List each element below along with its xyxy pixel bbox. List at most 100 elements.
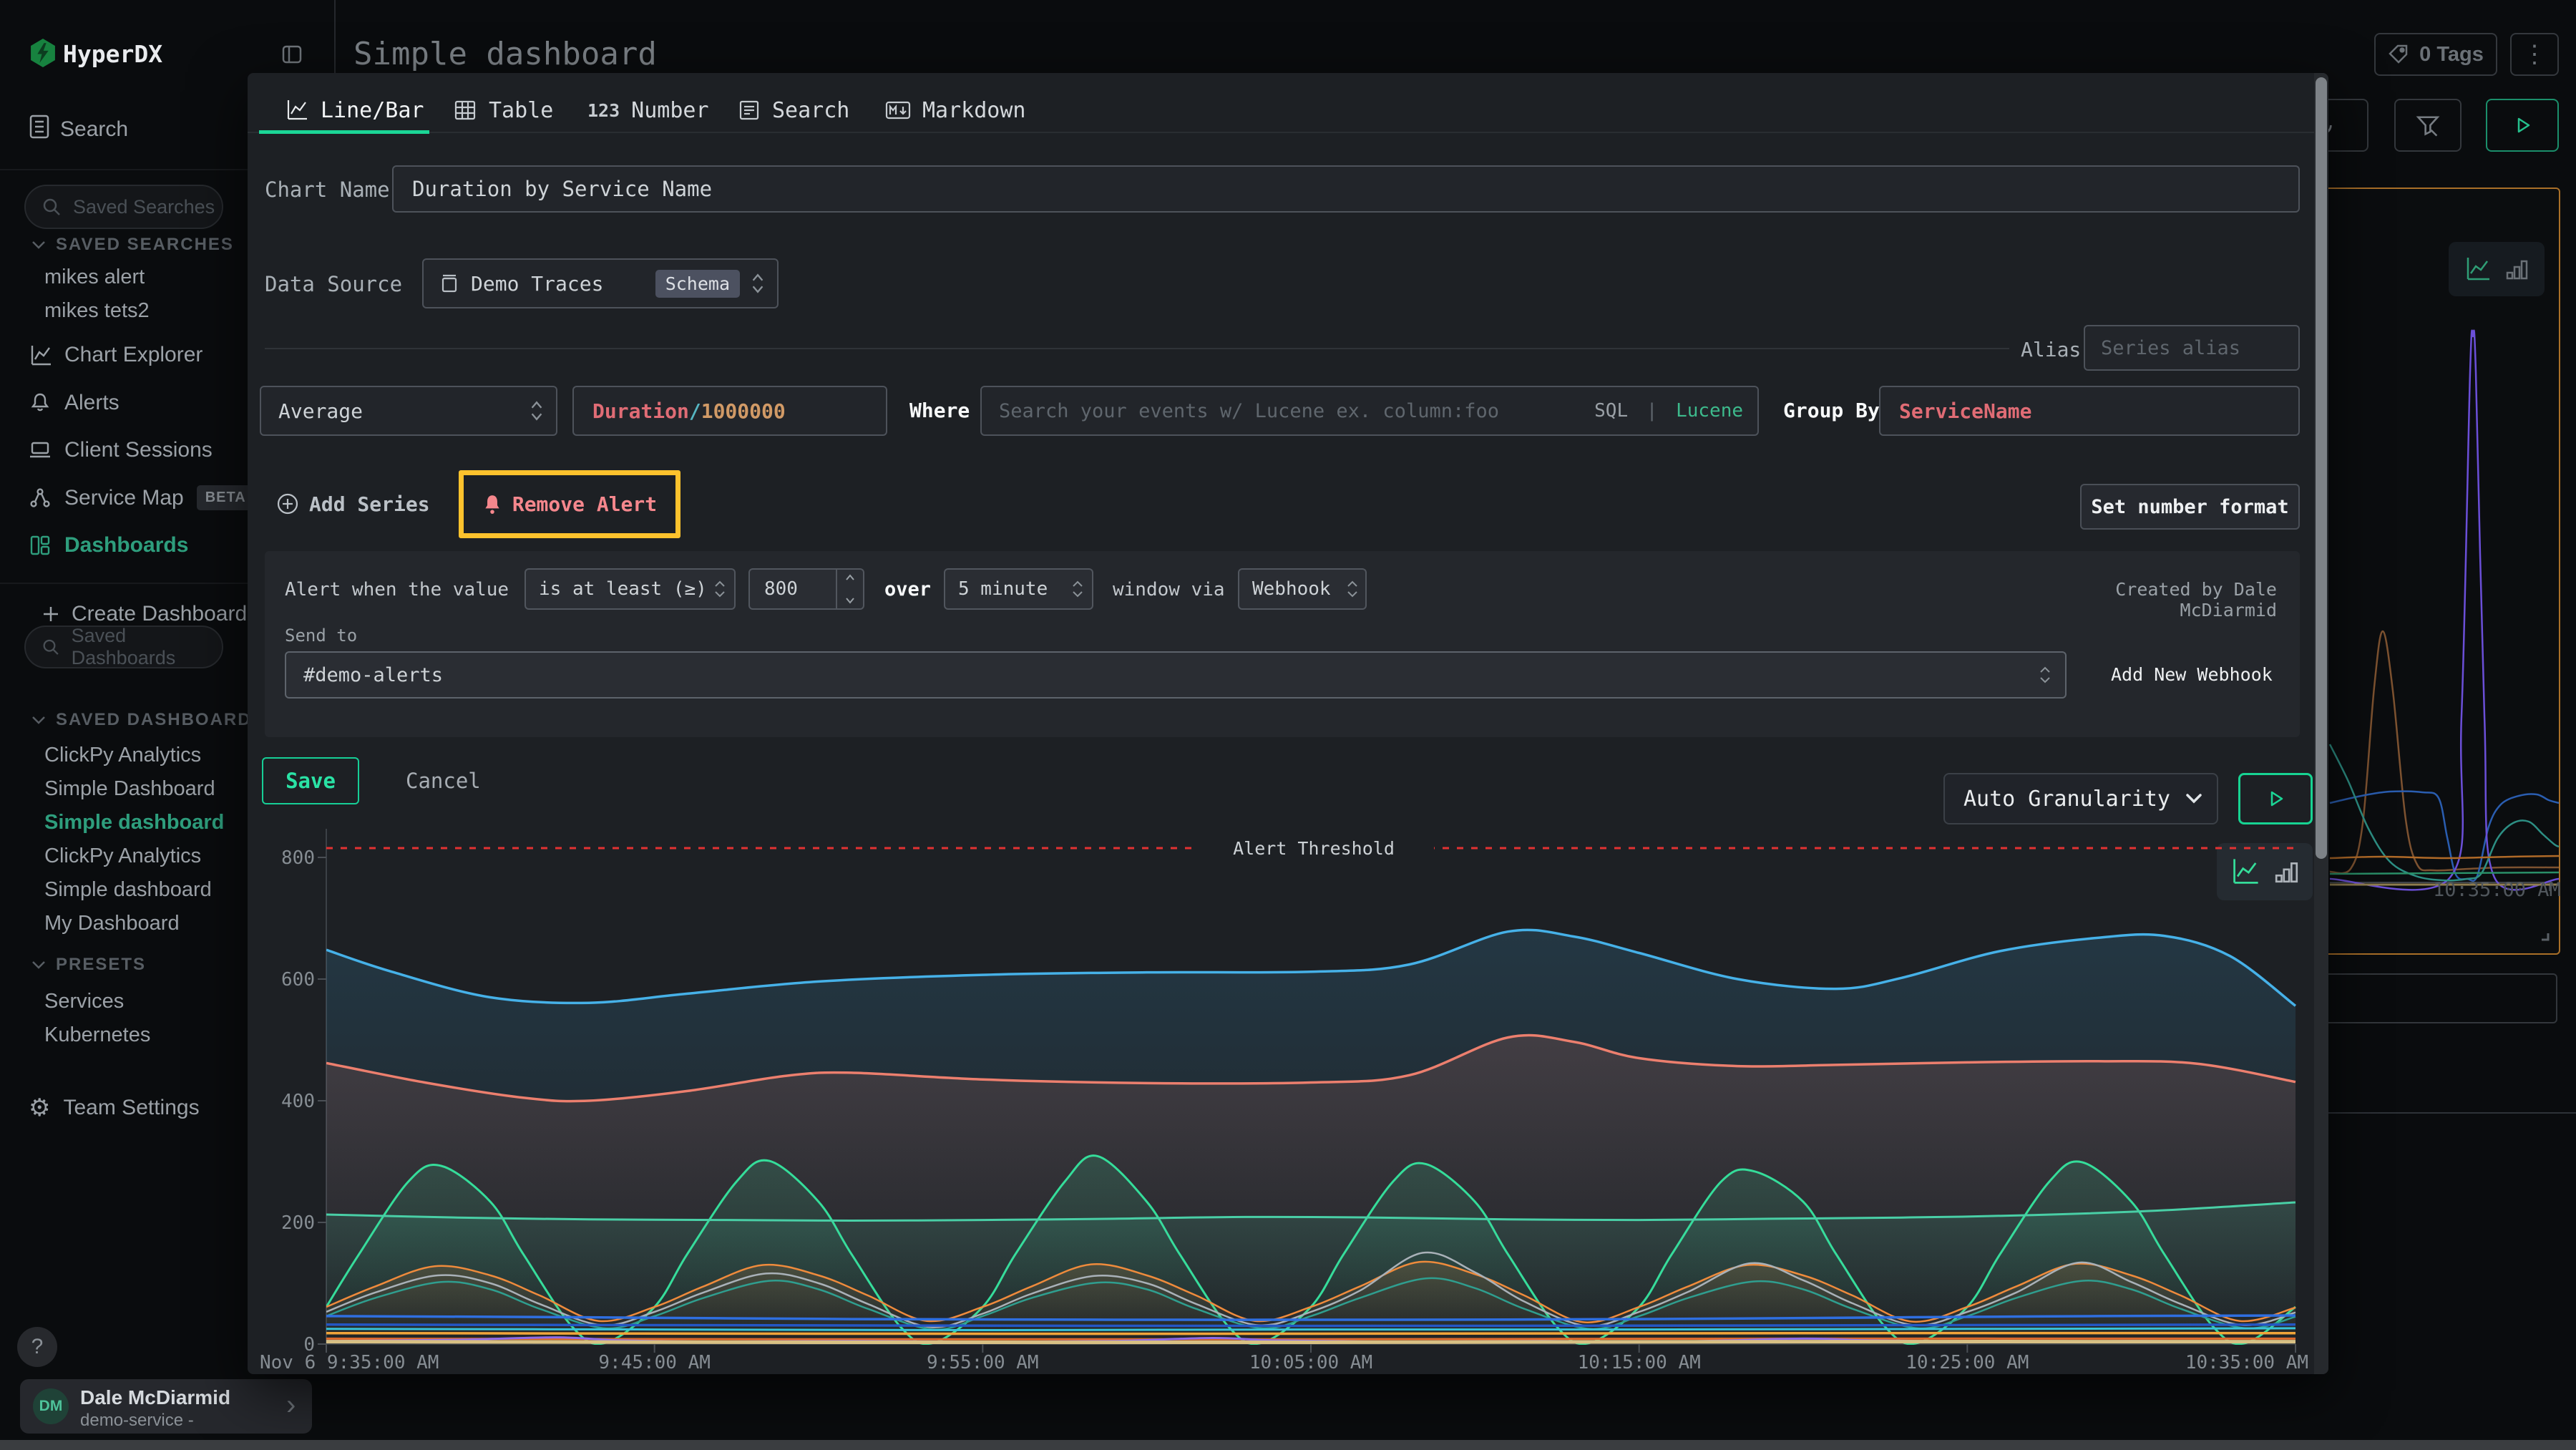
set-number-format-button[interactable]: Set number format — [2080, 484, 2300, 530]
aggregation-select[interactable]: Average — [260, 386, 557, 436]
avatar: DM — [33, 1388, 69, 1424]
cancel-button[interactable]: Cancel — [406, 769, 481, 793]
sidebar-item-client-sessions[interactable]: Client Sessions — [29, 434, 213, 466]
lucene-mode-toggle[interactable]: Lucene — [1676, 400, 1743, 422]
sidebar-item-label: Dashboards — [64, 533, 188, 558]
chart-editor-modal: Line/Bar Table 123 Number Search Markdow… — [248, 73, 2328, 1374]
tab-search[interactable]: Search — [738, 92, 849, 129]
preset-item[interactable]: Kubernetes — [44, 1018, 150, 1052]
saved-dashboard-item[interactable]: Simple dashboard — [44, 806, 224, 840]
saved-dashboard-item[interactable]: ClickPy Analytics — [44, 840, 224, 873]
saved-dashboard-item[interactable]: My Dashboard — [44, 907, 224, 940]
run-query-button-bg[interactable] — [2486, 99, 2559, 152]
alias-label: Alias — [2021, 338, 2081, 361]
x-tick-label: 9:55:00 AM — [927, 1352, 1039, 1373]
stepper-up-icon[interactable] — [845, 574, 855, 581]
sidebar-item-chart-explorer[interactable]: Chart Explorer — [29, 339, 203, 371]
bell-icon — [29, 391, 52, 414]
gear-icon: ⚙ — [29, 1096, 50, 1120]
where-search-input[interactable]: Search your events w/ Lucene ex. column:… — [980, 386, 1759, 436]
field-expression-part: 1000000 — [701, 399, 786, 423]
tab-markdown[interactable]: Markdown — [885, 92, 1026, 129]
background-divider — [2328, 1112, 2576, 1114]
group-by-label: Group By — [1783, 399, 1880, 422]
sidebar-item-label: Alerts — [64, 391, 119, 415]
play-icon — [2512, 115, 2533, 136]
saved-search-item[interactable]: mikes tets2 — [44, 294, 150, 328]
saved-dashboards-placeholder: Saved Dashboards — [72, 625, 222, 669]
chevron-down-icon — [31, 960, 46, 970]
chart-series-flat-cyan — [326, 1328, 2296, 1330]
chart-name-label: Chart Name — [265, 177, 390, 202]
send-to-select[interactable]: #demo-alerts — [285, 651, 2067, 699]
alert-window-select[interactable]: 5 minute — [944, 568, 1093, 610]
stepper-down-icon[interactable] — [845, 597, 855, 604]
data-source-select[interactable]: Demo Traces Schema — [422, 258, 779, 308]
add-new-webhook-button[interactable]: Add New Webhook — [2111, 664, 2273, 685]
saved-dashboards-list: ClickPy AnalyticsSimple DashboardSimple … — [44, 739, 224, 940]
hyperdx-logo-icon — [29, 37, 57, 69]
collapse-sidebar-icon[interactable] — [280, 43, 303, 66]
filter-button[interactable] — [2394, 99, 2462, 152]
saved-searches-header[interactable]: SAVED SEARCHES — [31, 232, 234, 258]
panel-menu-button[interactable]: ⋮ — [2510, 33, 2559, 76]
chevron-right-icon: › — [286, 1389, 296, 1421]
search-icon — [42, 197, 62, 217]
tab-number[interactable]: 123 Number — [587, 92, 709, 129]
preset-item[interactable]: Services — [44, 985, 150, 1018]
saved-dashboards-header[interactable]: SAVED DASHBOARDS — [31, 707, 265, 733]
save-button[interactable]: Save — [262, 757, 359, 804]
saved-dashboard-item[interactable]: ClickPy Analytics — [44, 739, 224, 772]
remove-alert-button[interactable]: Remove Alert — [482, 492, 657, 516]
saved-searches-input[interactable]: Saved Searches — [24, 185, 223, 229]
sidebar-item-service-map[interactable]: Service MapBETA — [29, 482, 255, 514]
brand-name[interactable]: HyperDX — [63, 40, 162, 68]
alias-input[interactable]: Series alias — [2084, 325, 2300, 371]
x-tick-label: 9:45:00 AM — [598, 1352, 711, 1373]
background-mini-series — [2330, 856, 2559, 858]
field-expression-input[interactable]: Duration/1000000 — [572, 386, 887, 436]
sidebar-item-team-settings[interactable]: ⚙ Team Settings — [29, 1092, 200, 1124]
number-stepper[interactable] — [836, 570, 863, 608]
alert-threshold-input[interactable]: 800 — [748, 568, 864, 610]
background-panel — [2318, 973, 2557, 1023]
sidebar-item-search[interactable]: Search — [60, 117, 128, 142]
field-expression-part: / — [689, 399, 701, 423]
sidebar-item-label: Chart Explorer — [64, 343, 203, 367]
filter-icon — [2415, 112, 2441, 138]
app-root: { "colors": { "accent_green": "#1bd696",… — [0, 0, 2576, 1450]
tab-table[interactable]: Table — [453, 92, 553, 129]
section-divider — [265, 348, 2009, 349]
sidebar-item-dashboards[interactable]: Dashboards — [29, 530, 188, 561]
user-card[interactable]: DM Dale McDiarmid demo-service - › — [20, 1379, 312, 1434]
presets-header[interactable]: PRESETS — [31, 952, 146, 978]
user-name: Dale McDiarmid — [80, 1386, 230, 1409]
chart-name-input[interactable]: Duration by Service Name — [392, 165, 2300, 213]
sql-mode-toggle[interactable]: SQL — [1594, 400, 1628, 422]
line-chart-icon — [285, 98, 309, 122]
over-label: over — [884, 578, 931, 600]
add-series-button[interactable]: Add Series — [276, 480, 430, 527]
create-dashboard-button[interactable]: Create Dashboard — [42, 600, 247, 628]
chevron-up-down-icon — [1347, 579, 1358, 599]
saved-dashboard-item[interactable]: Simple dashboard — [44, 873, 224, 907]
y-tick-label: 400 — [281, 1091, 315, 1112]
chart-series-flat-orange — [326, 1338, 2296, 1339]
tab-line-bar[interactable]: Line/Bar — [285, 92, 424, 129]
chevron-up-down-icon — [751, 273, 764, 294]
alert-condition-select[interactable]: is at least (≥) — [525, 568, 736, 610]
saved-dashboards-input[interactable]: Saved Dashboards — [24, 626, 223, 668]
alert-channel-select[interactable]: Webhook — [1238, 568, 1367, 610]
tags-button[interactable]: 0 Tags — [2374, 33, 2497, 76]
sidebar-item-alerts[interactable]: Alerts — [29, 387, 119, 419]
table-icon — [453, 98, 477, 122]
modal-scrollbar-thumb[interactable] — [2316, 77, 2327, 859]
help-button[interactable]: ? — [17, 1327, 57, 1367]
group-by-input[interactable]: ServiceName — [1879, 386, 2300, 436]
saved-dashboard-item[interactable]: Simple Dashboard — [44, 772, 224, 806]
alert-config-panel: Alert when the value is at least (≥) 800… — [265, 551, 2300, 737]
saved-search-item[interactable]: mikes alert — [44, 261, 150, 294]
number-123-icon: 123 — [587, 100, 620, 121]
x-tick-label: 10:25:00 AM — [1906, 1352, 2029, 1373]
resize-handle-icon[interactable] — [2536, 928, 2550, 942]
